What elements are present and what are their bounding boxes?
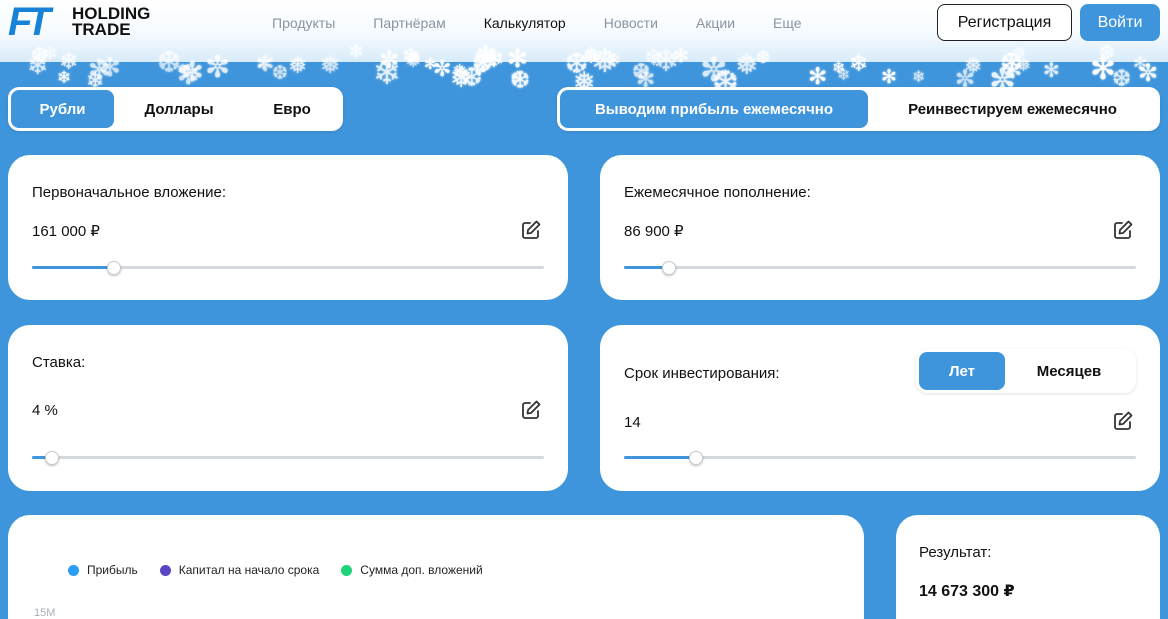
result-card: Результат: 14 673 300 ₽ xyxy=(896,515,1160,619)
initial-investment-card: Первоначальное вложение: 161 000 ₽ xyxy=(8,155,568,300)
snowflake-icon: ❄ xyxy=(57,68,72,88)
legend-dot xyxy=(341,564,353,576)
snowflake-icon: ❅ xyxy=(452,61,468,82)
monthly-topup-card: Ежемесячное пополнение: 86 900 ₽ xyxy=(600,155,1160,300)
initial-investment-value[interactable]: 161 000 ₽ xyxy=(32,222,100,240)
snowflake-icon: ✻ xyxy=(881,66,897,88)
snowflake-icon: ❆ xyxy=(510,66,531,90)
logo[interactable]: FT HOLDING TRADE xyxy=(8,0,150,44)
main-nav: Продукты Партнёрам Калькулятор Новости А… xyxy=(272,15,840,31)
snowflake-icon: ❅ xyxy=(450,63,473,90)
slider-track xyxy=(32,456,544,459)
slider-fill xyxy=(32,266,114,269)
currency-option-usd[interactable]: Доллары xyxy=(114,90,244,128)
snowflake-icon: ✼ xyxy=(1003,58,1023,84)
initial-investment-label: Первоначальное вложение: xyxy=(32,184,227,201)
slider-thumb[interactable] xyxy=(689,451,703,465)
legend-label: Прибыль xyxy=(87,563,138,577)
slider-thumb[interactable] xyxy=(107,261,121,275)
legend-label: Капитал на начало срока xyxy=(178,563,320,577)
term-unit-years[interactable]: Лет xyxy=(919,352,1005,390)
login-button[interactable]: Войти xyxy=(1080,4,1160,41)
edit-icon[interactable] xyxy=(1112,219,1134,241)
chart-legend: Прибыль Капитал на начало срока Сумма до… xyxy=(68,563,505,577)
nav-item-products[interactable]: Продукты xyxy=(272,15,335,31)
legend-item-extra-deposits[interactable]: Сумма доп. вложений xyxy=(341,563,483,577)
snowflake-icon: ❄ xyxy=(832,58,846,77)
y-axis-tick-label: 15M xyxy=(34,607,56,619)
snowflake-icon: ❆ xyxy=(461,63,483,90)
monthly-topup-slider[interactable] xyxy=(624,261,1136,275)
term-card: Срок инвестирования: Лет Месяцев 14 xyxy=(600,325,1160,491)
snowflake-icon: ✼ xyxy=(1138,59,1159,87)
legend-item-profit[interactable]: Прибыль xyxy=(68,563,138,577)
slider-thumb[interactable] xyxy=(662,261,676,275)
mode-option-withdraw[interactable]: Выводим прибыль ежемесячно xyxy=(560,90,868,128)
result-value: 14 673 300 ₽ xyxy=(919,583,1015,600)
nav-item-promos[interactable]: Акции xyxy=(696,15,735,31)
legend-dot xyxy=(68,564,79,576)
edit-icon[interactable] xyxy=(520,399,542,421)
logo-line2: TRADE xyxy=(72,20,131,39)
snowflake-icon: ✼ xyxy=(433,57,452,82)
snowflake-icon: ✻ xyxy=(1043,58,1060,82)
term-unit-toggle: Лет Месяцев xyxy=(916,349,1136,393)
nav-item-news[interactable]: Новости xyxy=(604,15,658,31)
legend-label: Сумма доп. вложений xyxy=(360,563,483,577)
initial-investment-slider[interactable] xyxy=(32,261,544,275)
monthly-topup-label: Ежемесячное пополнение: xyxy=(624,184,811,201)
rate-slider[interactable] xyxy=(32,451,544,465)
snowflake-icon: ❅ xyxy=(510,68,524,87)
snowflake-icon: ❅ xyxy=(177,62,189,78)
snowflake-icon: ❆ xyxy=(272,62,288,84)
snowflake-icon: ✼ xyxy=(474,62,486,78)
profit-mode-toggle: Выводим прибыль ежемесячно Реинвестируем… xyxy=(557,87,1160,131)
rate-value[interactable]: 4 % xyxy=(32,402,58,419)
term-label: Срок инвестирования: xyxy=(624,365,780,382)
term-unit-months[interactable]: Месяцев xyxy=(1005,352,1133,390)
currency-option-eur[interactable]: Евро xyxy=(244,90,340,128)
chart-card: Прибыль Капитал на начало срока Сумма до… xyxy=(8,515,864,619)
currency-toggle: Рубли Доллары Евро xyxy=(8,87,343,131)
term-value[interactable]: 14 xyxy=(624,414,641,431)
nav-item-partners[interactable]: Партнёрам xyxy=(373,15,445,31)
edit-icon[interactable] xyxy=(1112,410,1134,432)
snowflake-icon: ✼ xyxy=(177,60,200,90)
slider-fill xyxy=(624,456,696,459)
result-label: Результат: xyxy=(919,544,992,561)
legend-dot xyxy=(159,564,171,576)
snowflake-icon: ❆ xyxy=(632,60,651,85)
legend-item-initial-capital[interactable]: Капитал на начало срока xyxy=(159,563,320,577)
snowflake-icon: ✼ xyxy=(181,57,204,88)
logo-text: HOLDING TRADE xyxy=(72,5,150,39)
mode-option-reinvest[interactable]: Реинвестируем ежемесячно xyxy=(868,90,1157,128)
edit-icon[interactable] xyxy=(520,219,542,241)
nav-item-calculator[interactable]: Калькулятор xyxy=(484,15,566,31)
site-header: FT HOLDING TRADE Продукты Партнёрам Каль… xyxy=(0,0,1168,62)
monthly-topup-value[interactable]: 86 900 ₽ xyxy=(624,222,684,240)
logo-mark: FT xyxy=(8,0,51,44)
rate-card: Ставка: 4 % xyxy=(8,325,568,491)
snowflake-icon: ✻ xyxy=(808,64,828,90)
register-button[interactable]: Регистрация xyxy=(937,4,1072,41)
snowflake-icon: ❄ xyxy=(837,65,851,84)
nav-item-more[interactable]: Еще xyxy=(773,15,802,31)
slider-thumb[interactable] xyxy=(45,451,59,465)
slider-track xyxy=(624,266,1136,269)
term-slider[interactable] xyxy=(624,451,1136,465)
snowflake-icon: ❄ xyxy=(912,67,926,86)
currency-option-rub[interactable]: Рубли xyxy=(11,90,114,128)
rate-label: Ставка: xyxy=(32,354,86,371)
